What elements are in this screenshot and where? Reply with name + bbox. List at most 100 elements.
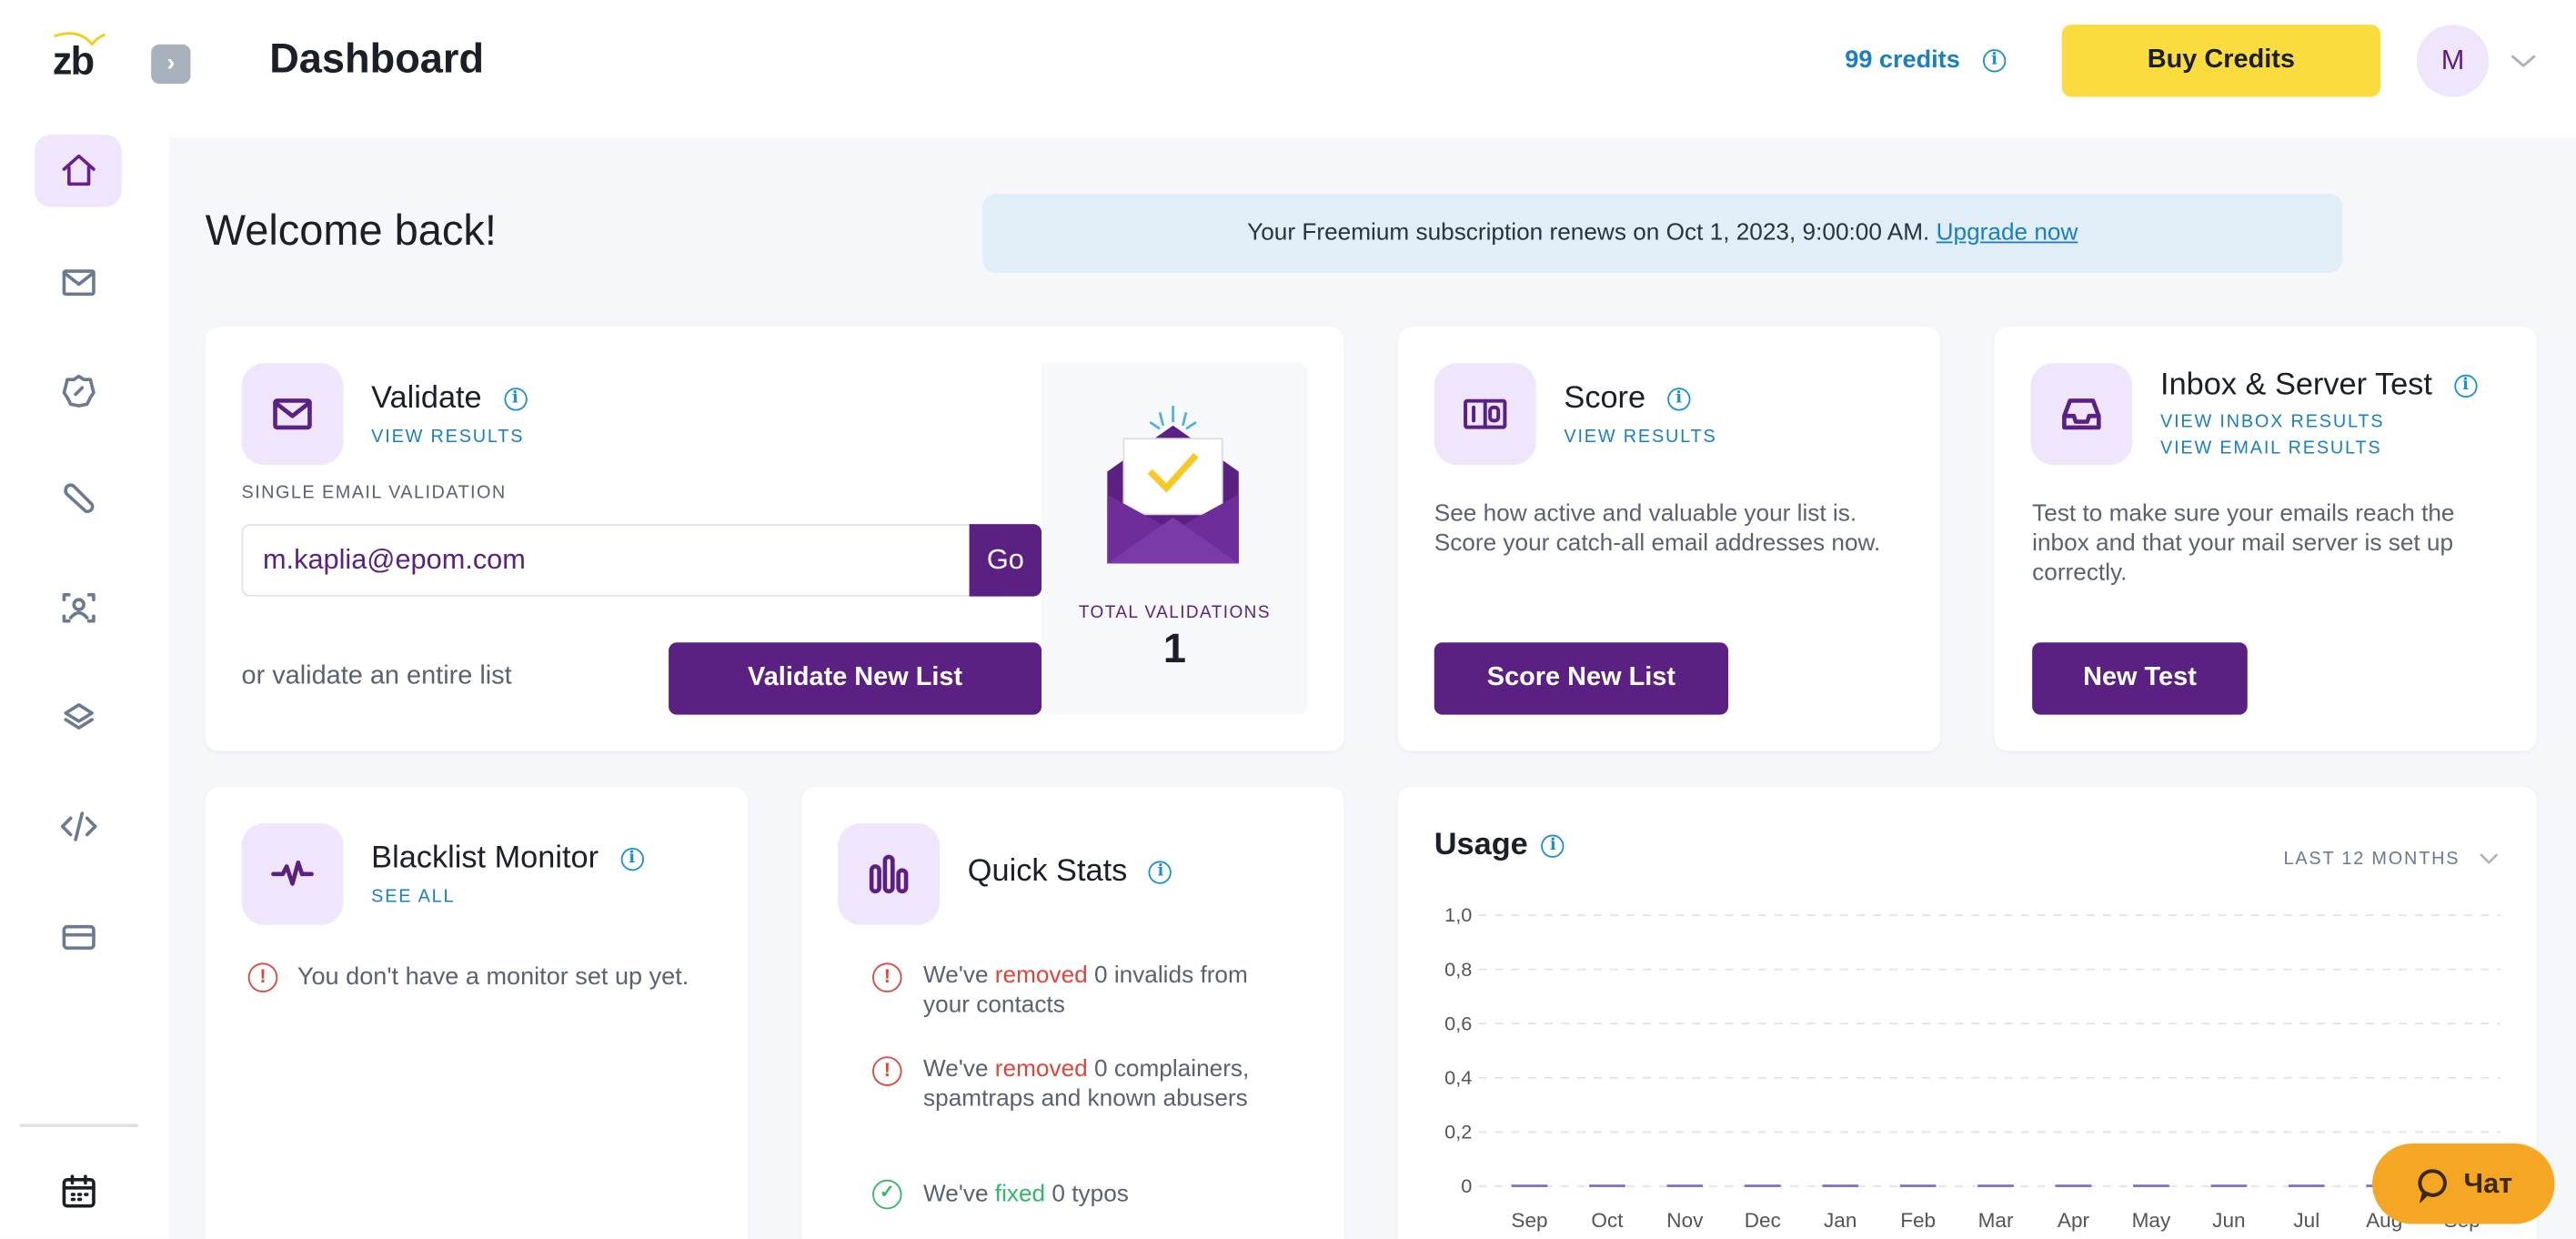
stat-highlight: removed: [994, 962, 1088, 990]
stat-text: We've: [923, 1056, 995, 1083]
warning-icon: !: [247, 962, 278, 992]
y-tick-label: 0,8: [1444, 958, 1472, 981]
score-card: Score i VIEW RESULTS See how active and …: [1398, 327, 1941, 751]
mail-icon: [273, 398, 312, 430]
blacklist-message: You don't have a monitor set up yet.: [297, 962, 689, 992]
go-button[interactable]: Go: [969, 524, 1042, 597]
score-title-text: Score: [1564, 381, 1646, 416]
total-validations-panel: TOTAL VALIDATIONS 1: [1041, 363, 1308, 715]
blacklist-title: Blacklist Monitor i: [371, 841, 644, 878]
info-icon[interactable]: i: [620, 847, 644, 871]
bar: [1589, 1184, 1625, 1187]
sidebar-item-discounts[interactable]: [35, 355, 122, 427]
tools-icon: [63, 483, 94, 514]
stat-item: We've removed 0 invalids from your conta…: [923, 962, 1284, 1021]
y-tick-label: 1,0: [1444, 903, 1472, 926]
bar: [2288, 1184, 2325, 1187]
score-title: Score i: [1564, 381, 1691, 418]
sidebar-item-tools[interactable]: [35, 463, 122, 535]
info-icon[interactable]: i: [1149, 861, 1172, 884]
validate-title: Validate i: [371, 381, 527, 418]
bar: [1511, 1184, 1548, 1187]
stat-text: We've: [923, 1181, 995, 1208]
validate-new-list-button[interactable]: Validate New List: [669, 642, 1042, 715]
see-all-link[interactable]: SEE ALL: [371, 887, 455, 907]
bar: [1666, 1184, 1704, 1187]
app-root: zb › Dashboard 99 credits i Buy Credits …: [0, 0, 2576, 1239]
x-tick-label: Mar: [1978, 1209, 2014, 1232]
x-tick-label: Jan: [1824, 1209, 1857, 1232]
inbox-title: Inbox & Server Test i: [2160, 368, 2478, 405]
sidebar-item-contacts[interactable]: [35, 572, 122, 644]
bar: [1899, 1184, 1937, 1187]
stat-item: We've fixed 0 typos: [923, 1180, 1284, 1210]
inbox-description: Test to make sure your emails reach the …: [2032, 500, 2455, 587]
warning-icon: !: [872, 962, 902, 992]
chevron-down-icon[interactable]: [2509, 51, 2539, 71]
quick-stats-card: Quick Stats i ! We've removed 0 invalids…: [801, 787, 1344, 1239]
sidebar-item-layers[interactable]: [35, 682, 122, 754]
x-tick-label: Dec: [1745, 1209, 1781, 1232]
total-validations-label: TOTAL VALIDATIONS: [1078, 602, 1271, 623]
x-tick-label: Nov: [1666, 1209, 1704, 1232]
bar: [2055, 1184, 2092, 1187]
y-tick-label: 0,2: [1444, 1121, 1472, 1143]
score-view-results-link[interactable]: VIEW RESULTS: [1564, 428, 1716, 448]
bar-stats-icon: [869, 854, 909, 894]
usage-chart: 0 0,2 0,4 0,6 0,8 1,0 Sep Oct Nov Dec Jan Feb Mar Apr…: [1444, 903, 2501, 1232]
new-test-button[interactable]: New Test: [2032, 642, 2248, 715]
layers-icon: [63, 703, 94, 730]
x-tick-label: Sep: [1511, 1209, 1547, 1232]
info-icon[interactable]: i: [1982, 49, 2007, 73]
quick-stats-title: Quick Stats i: [968, 854, 1172, 891]
validate-view-results-link[interactable]: VIEW RESULTS: [371, 428, 524, 448]
warning-icon: !: [872, 1056, 902, 1086]
view-email-results-link[interactable]: VIEW EMAIL RESULTS: [2160, 438, 2381, 458]
avatar[interactable]: M: [2416, 25, 2490, 97]
score-description: See how active and valuable your list is…: [1434, 500, 1881, 558]
top-header: › Dashboard 99 credits i Buy Credits M: [151, 0, 2576, 138]
stat-text: We've: [923, 962, 995, 990]
sidebar-item-calendar[interactable]: [35, 1155, 122, 1227]
sidebar-toggle-button[interactable]: ›: [151, 44, 191, 85]
y-tick-label: 0,4: [1444, 1066, 1472, 1089]
info-icon[interactable]: i: [2453, 374, 2478, 398]
page-title: Dashboard: [269, 35, 485, 83]
logo[interactable]: zb: [49, 30, 108, 84]
sidebar: zb: [0, 0, 170, 1239]
x-tick-label: Oct: [1591, 1209, 1624, 1232]
email-input[interactable]: m.kaplia@epom.com: [241, 524, 1006, 597]
single-email-label: SINGLE EMAIL VALIDATION: [241, 482, 507, 503]
user-scan-icon: [61, 593, 95, 623]
info-icon[interactable]: i: [1667, 388, 1691, 411]
chat-label: Чат: [2463, 1167, 2513, 1199]
view-inbox-results-link[interactable]: VIEW INBOX RESULTS: [2160, 412, 2384, 432]
y-tick-label: 0: [1461, 1174, 1472, 1197]
stat-text: 0 typos: [1045, 1181, 1129, 1208]
x-tick-label: May: [2132, 1209, 2171, 1232]
credit-card-icon: [61, 924, 95, 950]
buy-credits-button[interactable]: Buy Credits: [2061, 25, 2381, 97]
home-icon: [61, 154, 95, 186]
banner-text: Your Freemium subscription renews on Oct…: [1247, 220, 1930, 247]
bar: [1744, 1184, 1781, 1187]
score-icon: [1464, 398, 1507, 429]
score-new-list-button[interactable]: Score New List: [1434, 642, 1729, 715]
validate-card: Validate i VIEW RESULTS SINGLE EMAIL VAL…: [205, 327, 1344, 751]
usage-card: Usage i LAST 12 MONTHS 0 0,2 0,4 0,6 0,8 1,0 S…: [1398, 787, 2537, 1239]
info-icon[interactable]: i: [503, 388, 527, 411]
sidebar-item-billing[interactable]: [35, 901, 122, 972]
sidebar-item-api[interactable]: [35, 791, 122, 862]
credits-count: 99 credits: [1845, 45, 1960, 75]
inbox-server-test-card: Inbox & Server Test i VIEW INBOX RESULTS…: [1994, 327, 2537, 751]
sidebar-item-home[interactable]: [34, 135, 122, 207]
bar: [1822, 1184, 1859, 1187]
score-icon-box: [1434, 363, 1536, 466]
blacklist-title-text: Blacklist Monitor: [371, 841, 599, 876]
check-circle-icon: ✓: [872, 1179, 902, 1210]
chat-button[interactable]: Чат: [2372, 1143, 2555, 1224]
sidebar-item-mail[interactable]: [35, 247, 122, 318]
blacklist-icon-box: [241, 822, 344, 925]
upgrade-now-link[interactable]: Upgrade now: [1937, 220, 2078, 247]
y-tick-label: 0,6: [1444, 1012, 1472, 1034]
